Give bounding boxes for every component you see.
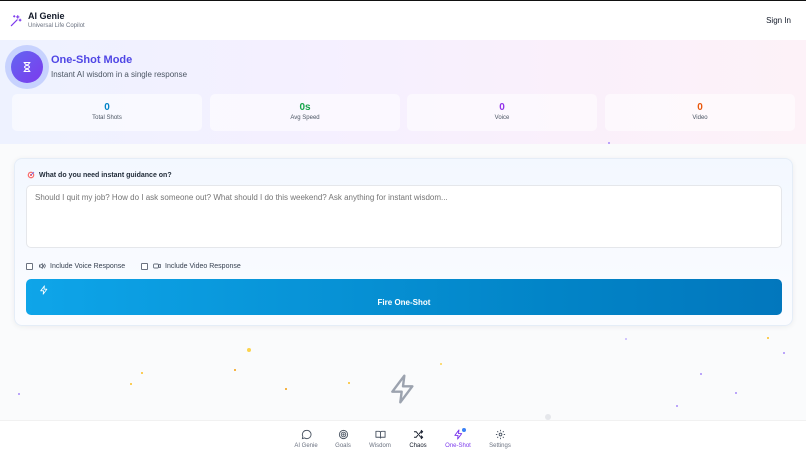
decor-dot — [735, 392, 737, 394]
nav-item-chaos[interactable]: Chaos — [398, 429, 438, 449]
stat-label: Total Shots — [92, 115, 122, 121]
video-camera-icon — [153, 262, 161, 270]
stat-label: Video — [692, 115, 708, 121]
shuffle-icon — [413, 429, 424, 440]
fire-one-shot-label: Fire One-Shot — [377, 298, 431, 307]
nav-item-goals[interactable]: Goals — [323, 429, 363, 449]
video-response-label: Include Video Response — [165, 262, 241, 270]
decor-dot — [608, 142, 610, 144]
stat-label: Avg Speed — [290, 115, 320, 121]
bottom-nav: AI Genie Goals Wisdom Chaos One-Shot Set… — [0, 420, 806, 459]
nav-label: Goals — [335, 443, 351, 449]
lightning-icon — [39, 285, 49, 295]
decor-dot — [348, 382, 350, 384]
top-bar: AI Genie Universal Life Copilot Sign In — [0, 0, 806, 40]
stat-value: 0 — [697, 102, 703, 113]
lightning-icon — [387, 373, 419, 405]
stat-voice: 0 Voice — [407, 94, 597, 131]
voice-response-checkbox[interactable] — [26, 262, 33, 270]
hourglass-icon — [11, 51, 43, 83]
decor-dot — [141, 372, 143, 374]
stat-video: 0 Video — [605, 94, 795, 131]
decor-dot — [285, 388, 287, 390]
notification-dot — [462, 428, 466, 432]
decor-dot — [247, 348, 251, 352]
fire-one-shot-button[interactable]: Fire One-Shot — [26, 279, 782, 315]
target-icon — [338, 429, 349, 440]
decor-dot — [700, 373, 702, 375]
mode-title: One-Shot Mode — [51, 54, 133, 66]
decor-dot — [625, 338, 627, 340]
app-title: AI Genie — [28, 10, 65, 21]
nav-item-settings[interactable]: Settings — [480, 429, 520, 449]
video-response-checkbox[interactable] — [141, 262, 148, 270]
book-icon — [374, 429, 386, 440]
app-subtitle: Universal Life Copilot — [28, 22, 85, 29]
mode-subtitle: Instant AI wisdom in a single response — [51, 70, 188, 79]
mode-badge — [5, 45, 49, 89]
stat-value: 0 — [104, 102, 110, 113]
nav-item-one-shot[interactable]: One-Shot — [438, 428, 478, 449]
question-input[interactable] — [26, 185, 782, 248]
decor-dot — [440, 363, 442, 365]
voice-response-label: Include Voice Response — [50, 262, 126, 270]
voice-response-option[interactable]: Include Voice Response — [26, 262, 125, 270]
decor-dot — [783, 352, 785, 354]
nav-label: Settings — [489, 443, 511, 449]
question-label-text: What do you need instant guidance on? — [39, 171, 172, 179]
video-response-option[interactable]: Include Video Response — [141, 262, 241, 270]
gear-icon — [495, 429, 506, 440]
decor-dot — [234, 369, 236, 371]
decor-dot — [767, 337, 769, 339]
nav-label: Wisdom — [369, 443, 391, 449]
stat-value: 0s — [299, 102, 311, 113]
decor-dot — [18, 393, 20, 395]
nav-label: Chaos — [409, 443, 427, 449]
stat-total-shots: 0 Total Shots — [12, 94, 202, 131]
nav-label: AI Genie — [294, 443, 318, 449]
nav-item-ai-genie[interactable]: AI Genie — [286, 429, 326, 449]
sign-in-button[interactable]: Sign In — [766, 16, 791, 25]
mode-header: One-Shot Mode Instant AI wisdom in a sin… — [0, 40, 806, 144]
stat-label: Voice — [494, 115, 510, 121]
decor-dot — [676, 405, 678, 407]
target-icon — [27, 171, 35, 179]
decor-dot — [130, 383, 132, 385]
speaker-icon — [38, 262, 46, 270]
question-card: What do you need instant guidance on? In… — [14, 158, 793, 326]
chat-bubble-icon — [301, 429, 312, 440]
nav-label: One-Shot — [445, 443, 471, 449]
stat-avg-speed: 0s Avg Speed — [210, 94, 400, 131]
question-label: What do you need instant guidance on? — [27, 171, 172, 179]
stat-value: 0 — [499, 102, 505, 113]
brand[interactable]: AI Genie Universal Life Copilot — [28, 11, 85, 31]
nav-item-wisdom[interactable]: Wisdom — [360, 429, 400, 449]
sparkle-wand-icon — [9, 14, 23, 28]
